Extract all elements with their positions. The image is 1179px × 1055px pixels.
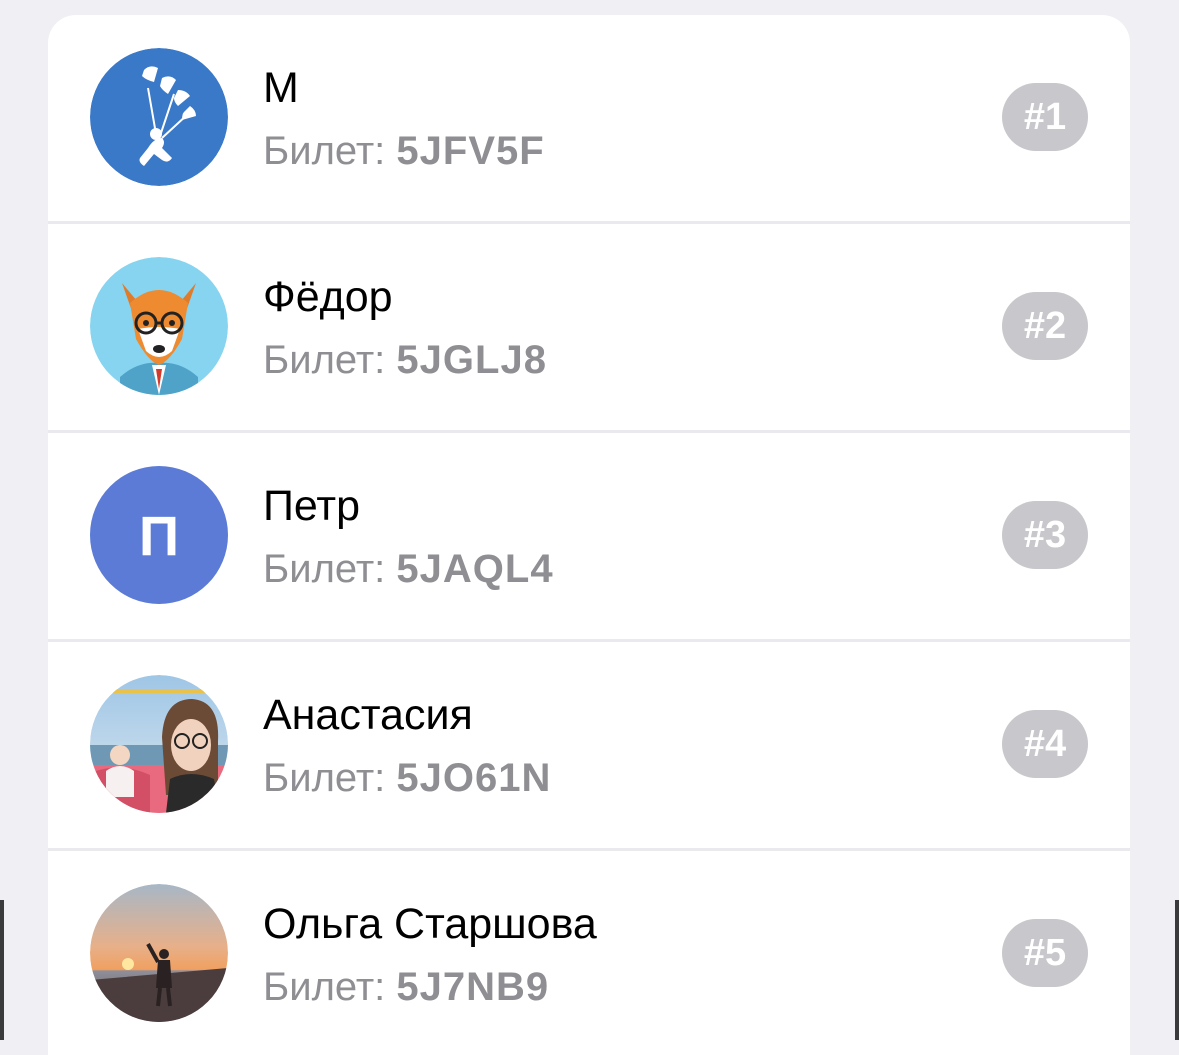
ticket-code: 5JO61N <box>396 756 552 800</box>
ticket-label: Билет: <box>263 756 386 800</box>
participant-name: Ольга Старшова <box>263 900 597 948</box>
rank-badge: #3 <box>1002 501 1088 569</box>
list-item[interactable]: Ольга Старшова Билет: 5J7NB9 #5 <box>48 851 1130 1055</box>
participant-name: М <box>263 64 299 112</box>
avatar-initial: П <box>138 503 180 567</box>
rank-badge: #1 <box>1002 83 1088 151</box>
avatar <box>90 257 228 395</box>
device-edge-left <box>0 900 4 1040</box>
ticket-info: Билет: 5JAQL4 <box>263 549 554 589</box>
avatar: П <box>90 466 228 604</box>
participant-name: Петр <box>263 482 361 530</box>
participants-list: М Билет: 5JFV5F #1 Фёдор Билет: 5JGLJ8 #… <box>48 15 1130 1055</box>
rank-badge: #4 <box>1002 710 1088 778</box>
ticket-label: Билет: <box>263 547 386 591</box>
skydiver-icon <box>90 48 228 186</box>
list-item[interactable]: М Билет: 5JFV5F #1 <box>48 15 1130 224</box>
avatar <box>90 675 228 813</box>
avatar <box>90 48 228 186</box>
device-edge-right <box>1175 900 1179 1040</box>
ticket-info: Билет: 5JO61N <box>263 758 551 798</box>
fox-icon <box>90 257 228 395</box>
photo-avatar <box>90 675 228 813</box>
ticket-code: 5J7NB9 <box>396 965 550 1009</box>
ticket-code: 5JFV5F <box>396 129 545 173</box>
ticket-code: 5JGLJ8 <box>396 338 547 382</box>
list-item[interactable]: П Петр Билет: 5JAQL4 #3 <box>48 433 1130 642</box>
ticket-label: Билет: <box>263 338 386 382</box>
list-item[interactable]: Анастасия Билет: 5JO61N #4 <box>48 642 1130 851</box>
ticket-code: 5JAQL4 <box>396 547 554 591</box>
participant-name: Фёдор <box>263 273 393 321</box>
ticket-info: Билет: 5JGLJ8 <box>263 340 547 380</box>
rank-badge: #5 <box>1002 919 1088 987</box>
participant-name: Анастасия <box>263 691 473 739</box>
ticket-info: Билет: 5JFV5F <box>263 131 545 171</box>
sunset-photo-avatar <box>90 884 228 1022</box>
ticket-label: Билет: <box>263 965 386 1009</box>
avatar <box>90 884 228 1022</box>
ticket-label: Билет: <box>263 129 386 173</box>
list-item[interactable]: Фёдор Билет: 5JGLJ8 #2 <box>48 224 1130 433</box>
rank-badge: #2 <box>1002 292 1088 360</box>
ticket-info: Билет: 5J7NB9 <box>263 967 549 1007</box>
